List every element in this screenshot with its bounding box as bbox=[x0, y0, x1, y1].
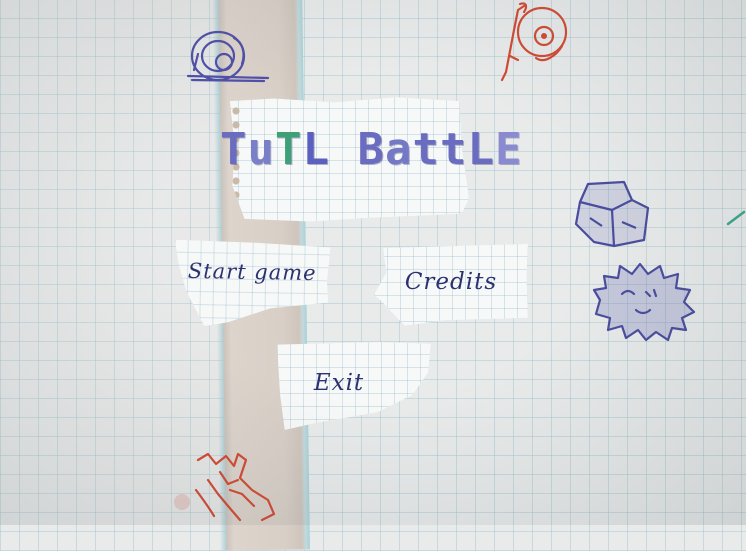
title-letter: L bbox=[467, 124, 495, 175]
title-letter bbox=[330, 124, 358, 175]
title-letter: t bbox=[440, 124, 468, 175]
exit-label: Exit bbox=[313, 370, 365, 396]
rock-obstacle-icon bbox=[574, 180, 650, 248]
start-game-label: Start game bbox=[187, 258, 317, 286]
spiky-bush-obstacle-icon bbox=[592, 262, 696, 342]
title-letter: E bbox=[495, 124, 523, 175]
credits-button[interactable]: Credits bbox=[374, 244, 528, 326]
title-letter: L bbox=[302, 124, 330, 175]
title-letter: B bbox=[357, 124, 385, 175]
game-title-logo: TuTL BattLE bbox=[220, 124, 522, 184]
title-letter: T bbox=[220, 124, 248, 175]
title-letter: t bbox=[412, 124, 440, 175]
title-letter: u bbox=[247, 124, 275, 175]
credits-label: Credits bbox=[404, 269, 498, 295]
green-pencil-mark-icon bbox=[726, 210, 746, 226]
exit-button[interactable]: Exit bbox=[277, 342, 431, 430]
blue-turtle-character-icon bbox=[186, 30, 270, 83]
title-letter: a bbox=[385, 124, 413, 175]
red-turtle-character-icon bbox=[500, 2, 568, 82]
fallen-turtle-character-icon bbox=[174, 452, 276, 522]
title-letter: T bbox=[275, 124, 303, 175]
